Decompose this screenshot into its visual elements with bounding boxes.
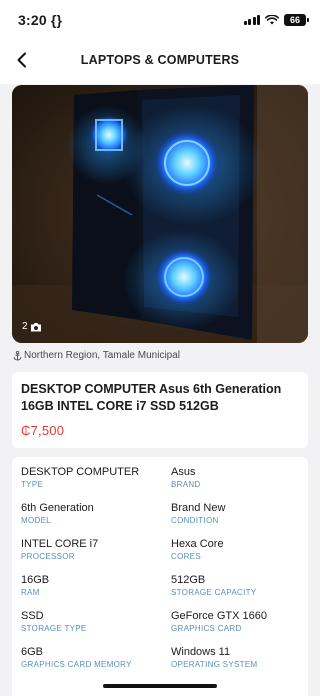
page-title: LAPTOPS & COMPUTERS bbox=[80, 53, 240, 67]
spec-label: STORAGE CAPACITY bbox=[171, 588, 257, 597]
spec-label: OPERATING SYSTEM bbox=[171, 660, 258, 669]
spec-label: CORES bbox=[171, 552, 201, 561]
spec-label: GRAPHICS CARD MEMORY bbox=[21, 660, 132, 669]
spec-value: GeForce GTX 1660 bbox=[171, 610, 267, 622]
spec-value: Asus bbox=[171, 466, 196, 478]
spec-item: 16GB RAM bbox=[21, 574, 171, 597]
product-image bbox=[12, 85, 308, 343]
spec-label: BRAND bbox=[171, 480, 201, 489]
spec-item: 6GB GRAPHICS CARD MEMORY bbox=[21, 646, 171, 669]
status-bar: 3:20 {} 66 bbox=[0, 0, 320, 40]
home-indicator[interactable] bbox=[103, 684, 217, 688]
spec-value: SSD bbox=[21, 610, 44, 622]
spec-label: MODEL bbox=[21, 516, 51, 525]
spec-value: Brand New bbox=[171, 502, 226, 514]
spec-item: Windows 11 OPERATING SYSTEM bbox=[171, 646, 307, 669]
location-text: Northern Region, Tamale Municipal bbox=[24, 350, 181, 361]
spec-item: DESKTOP COMPUTER TYPE bbox=[21, 466, 171, 489]
spec-value: 6GB bbox=[21, 646, 44, 658]
location-anchor-icon bbox=[13, 350, 22, 361]
spec-label: GRAPHICS CARD bbox=[171, 624, 242, 633]
spec-item: 6th Generation MODEL bbox=[21, 502, 171, 525]
spec-item: Hexa Core CORES bbox=[171, 538, 307, 561]
product-title: DESKTOP COMPUTER Asus 6th Generation 16G… bbox=[21, 382, 282, 413]
spec-label: PROCESSOR bbox=[21, 552, 75, 561]
back-button[interactable] bbox=[10, 48, 34, 72]
spec-item: INTEL CORE i7 PROCESSOR bbox=[21, 538, 171, 561]
battery-icon: 66 bbox=[284, 14, 309, 26]
spec-item: 512GB STORAGE CAPACITY bbox=[171, 574, 307, 597]
chevron-left-icon bbox=[17, 52, 26, 68]
spec-value: Hexa Core bbox=[171, 538, 224, 550]
spec-label: RAM bbox=[21, 588, 40, 597]
status-icons: 66 bbox=[243, 14, 309, 26]
product-photo[interactable]: 2 bbox=[12, 85, 308, 343]
spec-value: 512GB bbox=[171, 574, 206, 586]
wifi-icon bbox=[265, 15, 279, 25]
spec-item: Brand New CONDITION bbox=[171, 502, 307, 525]
listing-summary-card: DESKTOP COMPUTER Asus 6th Generation 16G… bbox=[12, 372, 308, 448]
spec-label: CONDITION bbox=[171, 516, 219, 525]
spec-value: 16GB bbox=[21, 574, 50, 586]
status-time: 3:20 {} bbox=[18, 12, 63, 28]
spec-item: GeForce GTX 1660 GRAPHICS CARD bbox=[171, 610, 307, 633]
spec-item: Asus BRAND bbox=[171, 466, 307, 489]
spec-item: SSD STORAGE TYPE bbox=[21, 610, 171, 633]
top-navigation-bar: LAPTOPS & COMPUTERS bbox=[0, 40, 320, 80]
spec-value: INTEL CORE i7 bbox=[21, 538, 99, 550]
specifications-card: DESKTOP COMPUTER TYPE Asus BRAND 6th Generat… bbox=[12, 457, 308, 696]
spec-label: STORAGE TYPE bbox=[21, 624, 87, 633]
photo-count-value: 2 bbox=[22, 321, 28, 332]
product-price: ₵7,500 bbox=[21, 423, 65, 438]
spec-value: Windows 11 bbox=[171, 646, 231, 658]
specifications-grid: DESKTOP COMPUTER TYPE Asus BRAND 6th Generat… bbox=[21, 466, 299, 669]
spec-value: 6th Generation bbox=[21, 502, 94, 514]
camera-icon bbox=[30, 322, 41, 331]
spec-value: DESKTOP COMPUTER bbox=[21, 466, 140, 478]
location-row: Northern Region, Tamale Municipal bbox=[13, 350, 180, 361]
battery-level: 66 bbox=[289, 15, 300, 25]
cellular-signal-icon bbox=[243, 15, 260, 25]
photo-count: 2 bbox=[22, 321, 42, 332]
spec-label: TYPE bbox=[21, 480, 44, 489]
